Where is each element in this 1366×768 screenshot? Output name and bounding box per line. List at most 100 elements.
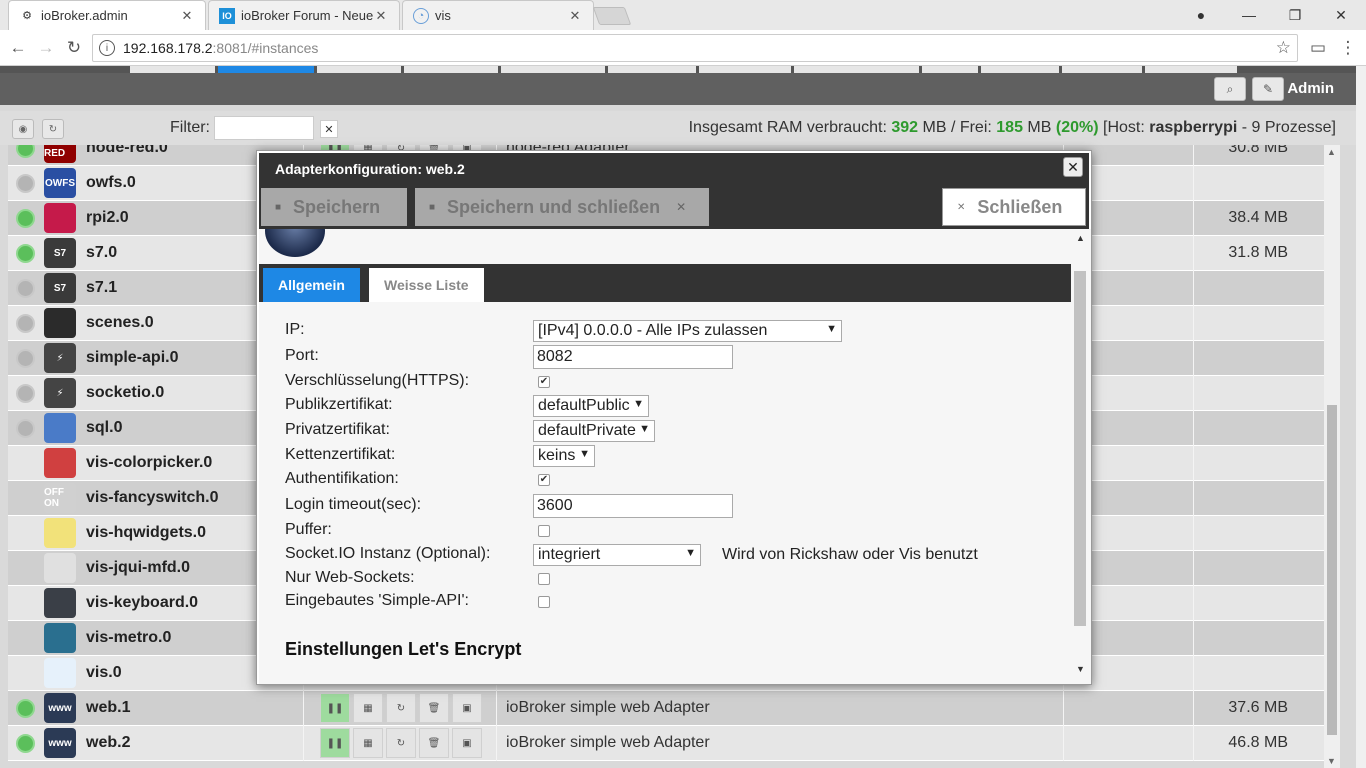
filter-input[interactable] — [214, 116, 314, 140]
admin-tab-active[interactable] — [218, 66, 314, 73]
scroll-down-icon[interactable]: ▼ — [1076, 664, 1085, 674]
scroll-up-icon[interactable]: ▲ — [1076, 233, 1085, 243]
instance-name: vis-jqui-mfd.0 — [86, 559, 191, 576]
restart-icon[interactable]: ↻ — [386, 693, 416, 723]
delete-icon[interactable]: 🗑 — [419, 693, 449, 723]
status-indicator[interactable] — [16, 145, 35, 158]
scroll-down-icon[interactable]: ▼ — [1327, 756, 1336, 766]
private-cert-label: Privatzertifikat: — [285, 421, 390, 438]
host-name: raspberrypi — [1149, 119, 1238, 136]
admin-tab[interactable] — [1062, 66, 1142, 73]
ram-prefix: Insgesamt RAM verbraucht: — [688, 119, 892, 136]
table-scrollbar[interactable]: ▲ ▼ — [1324, 145, 1340, 768]
status-indicator[interactable] — [16, 734, 35, 753]
info-icon[interactable]: i — [99, 40, 115, 56]
admin-tab[interactable] — [794, 66, 919, 73]
table-row[interactable]: www web.1 ❚❚ ▦ ↻ 🗑 ▣ ioBroker simple web Adapte… — [8, 691, 1324, 726]
pause-icon[interactable]: ❚❚ — [320, 728, 350, 758]
clear-filter-icon[interactable]: ✕ — [320, 120, 338, 138]
status-indicator[interactable] — [16, 384, 35, 403]
socket-select[interactable]: integriert ▼ — [533, 544, 701, 566]
status-indicator[interactable] — [16, 314, 35, 333]
bookmark-star-icon[interactable]: ☆ — [1276, 38, 1291, 58]
instance-name: web.2 — [86, 734, 131, 751]
instance-name: web.1 — [86, 699, 131, 716]
delete-icon[interactable]: 🗑 — [419, 728, 449, 758]
close-tab-icon[interactable]: ✕ — [179, 8, 195, 24]
iobroker-icon: IO — [219, 7, 235, 24]
instance-memory: 30.8 MB — [1228, 145, 1288, 156]
port-input[interactable]: 8082 — [533, 345, 733, 369]
scrollbar-thumb[interactable] — [1327, 405, 1337, 735]
admin-tab[interactable] — [699, 66, 791, 73]
forward-icon[interactable]: → — [34, 36, 58, 60]
cast-icon[interactable]: ▭ — [1306, 36, 1330, 60]
restore-icon[interactable]: ❐ — [1272, 0, 1318, 30]
instance-name: scenes.0 — [86, 314, 154, 331]
status-indicator[interactable] — [16, 419, 35, 438]
dialog-close-icon[interactable]: ✕ — [1063, 157, 1083, 177]
buffer-checkbox[interactable] — [538, 525, 550, 537]
minimize-icon[interactable]: — — [1226, 0, 1272, 30]
dialog-toolbar: ■ Speichern ■ Speichern und schließen ✕ ✕ Sc… — [259, 183, 1089, 229]
browser-tab-iobroker-admin[interactable]: ⚙ ioBroker.admin ✕ — [8, 0, 206, 30]
page-scrollbar[interactable] — [1356, 66, 1366, 768]
search-icon[interactable]: ⌕ — [1214, 77, 1246, 101]
user-label[interactable]: Admin — [1287, 80, 1334, 97]
close-tab-icon[interactable]: ✕ — [373, 8, 389, 24]
tab-weisse-liste[interactable]: Weisse Liste — [369, 268, 484, 302]
dialog-scrollbar[interactable]: ▲ ▼ — [1071, 229, 1091, 684]
scroll-up-icon[interactable]: ▲ — [1327, 147, 1336, 157]
timeout-input[interactable]: 3600 — [533, 494, 733, 518]
ip-select[interactable]: [IPv4] 0.0.0.0 - Alle IPs zulassen ▼ — [533, 320, 842, 342]
restart-icon[interactable]: ↻ — [386, 728, 416, 758]
save-button[interactable]: ■ Speichern — [261, 188, 407, 226]
window-close-icon[interactable]: ✕ — [1318, 0, 1364, 30]
https-checkbox[interactable]: ✔ — [538, 376, 550, 388]
expert-mode-icon[interactable]: ◉ — [12, 119, 34, 139]
new-tab-button[interactable] — [592, 7, 632, 25]
back-icon[interactable]: ← — [6, 36, 30, 60]
auth-checkbox[interactable]: ✔ — [538, 474, 550, 486]
close-tab-icon[interactable]: ✕ — [567, 8, 583, 24]
private-cert-select[interactable]: defaultPrivate ▼ — [533, 420, 655, 442]
reload-icon[interactable]: ↻ — [62, 36, 86, 60]
profile-icon[interactable]: ● — [1178, 0, 1224, 30]
admin-tab[interactable] — [130, 66, 215, 73]
status-indicator[interactable] — [16, 209, 35, 228]
admin-tab[interactable] — [608, 66, 696, 73]
status-indicator[interactable] — [16, 699, 35, 718]
refresh-icon[interactable]: ↻ — [42, 119, 64, 139]
websockets-checkbox[interactable] — [538, 573, 550, 585]
chain-cert-select[interactable]: keins ▼ — [533, 445, 595, 467]
settings-icon[interactable]: ▦ — [353, 728, 383, 758]
save-and-close-button[interactable]: ■ Speichern und schließen ✕ — [415, 188, 709, 226]
simple-api-checkbox[interactable] — [538, 596, 550, 608]
web-icon[interactable]: ▣ — [452, 693, 482, 723]
browser-tab-forum[interactable]: IO ioBroker Forum - Neues ✕ — [208, 0, 400, 30]
admin-tab[interactable] — [317, 66, 401, 73]
admin-tab[interactable] — [404, 66, 498, 73]
settings-icon[interactable]: ▦ — [353, 693, 383, 723]
url-field[interactable]: i 192.168.178.2:8081/#instances ☆ — [92, 34, 1298, 62]
www-icon: www — [44, 693, 76, 723]
status-indicator[interactable] — [16, 349, 35, 368]
status-indicator[interactable] — [16, 279, 35, 298]
public-cert-select[interactable]: defaultPublic ▼ — [533, 395, 649, 417]
web-icon[interactable]: ▣ — [452, 728, 482, 758]
menu-icon[interactable]: ⋮ — [1336, 36, 1360, 60]
scrollbar-thumb[interactable] — [1074, 271, 1086, 626]
admin-tab[interactable] — [981, 66, 1059, 73]
admin-tab[interactable] — [501, 66, 605, 73]
status-indicator[interactable] — [16, 244, 35, 263]
admin-tab[interactable] — [922, 66, 978, 73]
pause-icon[interactable]: ❚❚ — [320, 693, 350, 723]
browser-tab-vis[interactable]: ◔ vis ✕ — [402, 0, 594, 30]
table-row[interactable]: www web.2 ❚❚ ▦ ↻ 🗑 ▣ ioBroker simple web Adapte… — [8, 726, 1324, 761]
tab-allgemein[interactable]: Allgemein — [263, 268, 360, 302]
instance-name: vis-fancyswitch.0 — [86, 489, 219, 506]
admin-tab[interactable] — [1145, 66, 1237, 73]
edit-icon[interactable]: ✎ — [1252, 77, 1284, 101]
close-button[interactable]: ✕ Schließen — [942, 188, 1086, 226]
status-indicator[interactable] — [16, 174, 35, 193]
